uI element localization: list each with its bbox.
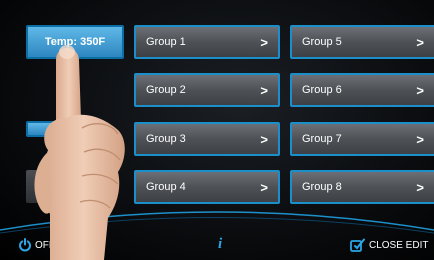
off-label: OFF (35, 239, 55, 251)
temperature-button[interactable]: Temp: 350F (26, 25, 124, 59)
edit-icon (350, 238, 365, 252)
group-label: Group 4 (146, 181, 186, 193)
group-label: Group 2 (146, 84, 186, 96)
power-icon (19, 238, 31, 252)
close-edit-label: CLOSE EDIT (369, 239, 429, 251)
group-8-button[interactable]: Group 8 > (290, 170, 434, 204)
group-label: Group 8 (302, 181, 342, 193)
chevron-right-icon: > (416, 131, 424, 147)
chevron-right-icon: > (260, 179, 268, 195)
group-2-button[interactable]: Group 2 > (134, 73, 280, 107)
group-3-button[interactable]: Group 3 > (134, 122, 280, 156)
group-5-button[interactable]: Group 5 > (290, 25, 434, 59)
group-label: Group 3 (146, 133, 186, 145)
mode-button[interactable]: Ma (26, 121, 86, 137)
chevron-right-icon: > (416, 34, 424, 50)
chevron-right-icon: > (416, 82, 424, 98)
control-panel-screen: Temp: 350F Ma Group 1 > Group 2 > Group … (0, 0, 434, 260)
chevron-right-icon: > (260, 131, 268, 147)
group-7-button[interactable]: Group 7 > (290, 122, 434, 156)
mode-label: Ma (51, 125, 61, 133)
chevron-right-icon: > (260, 82, 268, 98)
group-label: Group 1 (146, 36, 186, 48)
chevron-right-icon: > (416, 179, 424, 195)
info-icon[interactable]: i (218, 236, 222, 253)
temperature-label: Temp: 350F (44, 36, 106, 48)
group-label: Group 6 (302, 84, 342, 96)
blank-button[interactable] (26, 170, 84, 203)
close-edit-button[interactable]: CLOSE EDIT (350, 238, 428, 252)
power-off-button[interactable]: OFF (18, 238, 55, 252)
group-label: Group 7 (302, 133, 342, 145)
group-1-button[interactable]: Group 1 > (134, 25, 280, 59)
group-4-button[interactable]: Group 4 > (134, 170, 280, 204)
chevron-right-icon: > (260, 34, 268, 50)
group-6-button[interactable]: Group 6 > (290, 73, 434, 107)
footer-bar: OFF i CLOSE EDIT (0, 232, 434, 260)
group-label: Group 5 (302, 36, 342, 48)
